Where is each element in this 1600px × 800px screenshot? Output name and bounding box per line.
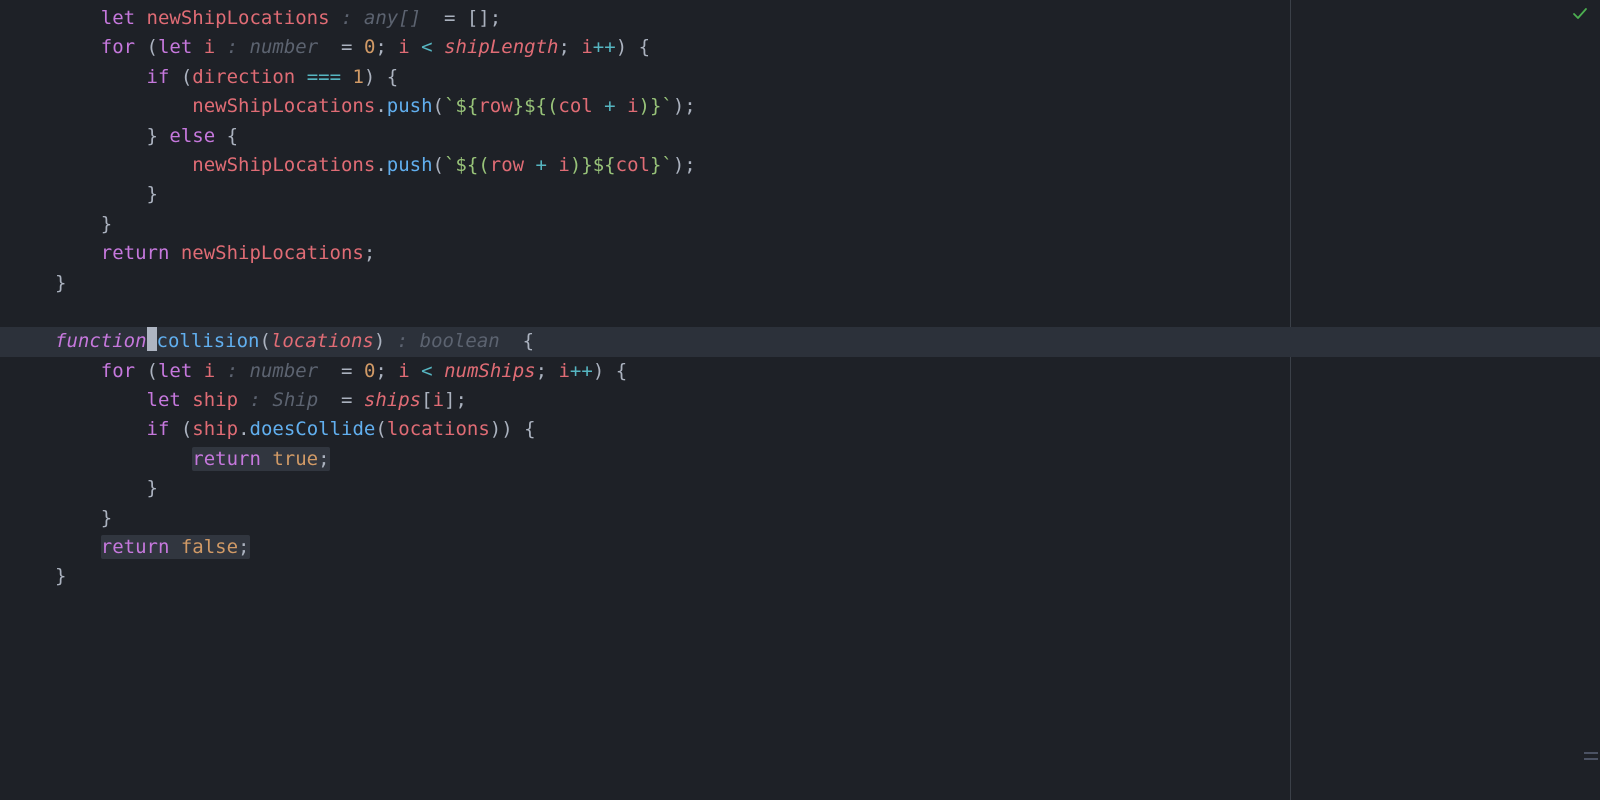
code-line[interactable]: let ship : Ship = ships[i]; [0,386,1600,415]
code-line-active[interactable]: functioncollision(locations) : boolean { [0,327,1600,356]
code-line[interactable]: return true; [0,445,1600,474]
code-line[interactable] [0,298,1600,327]
scrollbar-mark[interactable] [1584,758,1598,760]
code-line[interactable]: let newShipLocations : any[] = []; [0,4,1600,33]
code-line[interactable]: } else { [0,122,1600,151]
code-line[interactable]: } [0,504,1600,533]
code-line[interactable]: newShipLocations.push(`${row}${(col + i)… [0,92,1600,121]
code-line[interactable]: } [0,180,1600,209]
code-line[interactable]: } [0,269,1600,298]
code-line[interactable]: } [0,474,1600,503]
code-line[interactable]: for (let i : number = 0; i < shipLength;… [0,33,1600,62]
code-line[interactable]: if (ship.doesCollide(locations)) { [0,415,1600,444]
cursor [147,327,157,351]
scrollbar-mark[interactable] [1584,752,1598,754]
code-line[interactable]: } [0,210,1600,239]
code-line[interactable]: return false; [0,533,1600,562]
code-line[interactable]: if (direction === 1) { [0,63,1600,92]
code-line[interactable]: return newShipLocations; [0,239,1600,268]
code-line[interactable]: } [0,562,1600,591]
code-line[interactable]: newShipLocations.push(`${(row + i)}${col… [0,151,1600,180]
code-line[interactable]: for (let i : number = 0; i < numShips; i… [0,357,1600,386]
code-editor[interactable]: let newShipLocations : any[] = []; for (… [0,0,1600,800]
